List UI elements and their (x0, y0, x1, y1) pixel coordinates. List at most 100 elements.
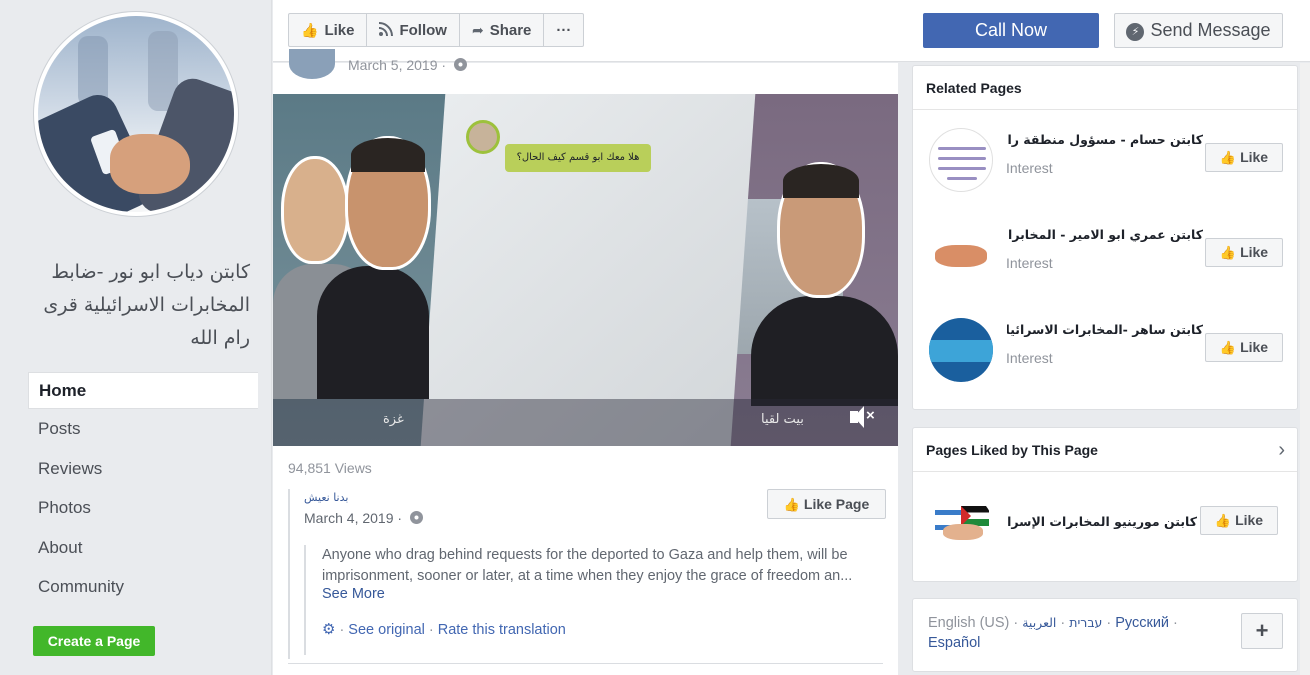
related-page-item: كابتن عمري ابو الامير - المخابرا... Inte… (913, 205, 1297, 300)
thumbs-up-icon: 👍 (1219, 245, 1237, 260)
share-label: Share (489, 21, 532, 39)
language-russian[interactable]: Русский (1115, 615, 1169, 631)
liked-page-item: كابتن مورينيو المخابرات الإسرائ... 👍Like (913, 472, 1297, 567)
current-language: English (US) (928, 615, 1010, 631)
nav-item-photos[interactable]: Photos (28, 488, 258, 528)
related-page-name[interactable]: كابتن عمري ابو الامير - المخابرا... (1007, 227, 1203, 242)
chat-avatar (466, 120, 500, 154)
liked-page-thumbnail[interactable] (929, 494, 993, 558)
related-page-thumbnail[interactable] (929, 318, 993, 382)
nav-item-about[interactable]: About (28, 528, 258, 568)
like-label: Like (1240, 244, 1269, 260)
shared-post: بدنا نعيش March 4, 2019 · 👍 Like Page Any… (288, 489, 886, 659)
page-nav: Home Posts Reviews Photos About Communit… (28, 372, 258, 607)
related-page-name[interactable]: كابتن حسام - مسؤول منطقة رام ... (1007, 132, 1203, 147)
language-spanish[interactable]: Español (928, 635, 980, 651)
shared-author-link[interactable]: بدنا نعيش (304, 491, 348, 504)
related-page-item: كابتن ساهر -المخابرات الاسرائيلي... Inte… (913, 300, 1297, 395)
scrollbar[interactable] (1300, 63, 1310, 675)
profile-picture[interactable] (34, 12, 238, 216)
page-title[interactable]: كابتن دياب ابو نور -ضابط المخابرات الاسر… (28, 256, 250, 355)
action-button-group: 👍 Like Follow ➦ Share ··· (288, 13, 585, 47)
divider (288, 663, 883, 664)
create-page-button[interactable]: Create a Page (33, 626, 155, 656)
like-label: Like (324, 21, 355, 39)
globe-icon (453, 58, 467, 71)
thumbs-up-icon: 👍 (1219, 150, 1237, 165)
video-label-left: غزة (383, 412, 404, 427)
post-card: March 5, 2019 · هلا معك ابو قسم كيف الحا… (273, 49, 898, 675)
post-date: March 5, 2019 (348, 57, 438, 73)
mute-icon[interactable]: × (848, 406, 876, 430)
post-timestamp[interactable]: March 5, 2019 · (348, 57, 467, 73)
nav-item-home[interactable]: Home (28, 372, 258, 409)
language-selector-card: English (US) · עברית·العربية · Русский · Españ… (912, 598, 1298, 672)
related-pages-card: Related Pages كابتن حسام - مسؤول منطقة ر… (912, 65, 1298, 410)
related-page-category: Interest (1006, 255, 1053, 271)
nav-item-community[interactable]: Community (28, 567, 258, 607)
related-page-thumbnail[interactable] (929, 128, 993, 192)
gear-icon[interactable]: ⚙ (322, 621, 335, 638)
share-button[interactable]: ➦ Share (460, 14, 545, 46)
call-now-button[interactable]: Call Now (923, 13, 1099, 48)
face-cutout (281, 156, 349, 264)
share-arrow-icon: ➦ (471, 21, 484, 38)
like-label: Like (1235, 512, 1264, 528)
chat-bubble: هلا معك ابو قسم كيف الحال؟ (505, 144, 651, 172)
rss-icon (379, 21, 394, 39)
like-page-button[interactable]: 👍 Like Page (767, 489, 886, 519)
thumbs-up-icon: 👍 (1219, 340, 1237, 355)
send-message-label: Send Message (1150, 20, 1271, 40)
liked-page-name[interactable]: كابتن مورينيو المخابرات الإسرائ... (1007, 514, 1197, 529)
handshake-image (38, 16, 234, 212)
more-dots-icon: ··· (556, 21, 572, 39)
related-page-name[interactable]: كابتن ساهر -المخابرات الاسرائيلي... (1007, 322, 1203, 337)
shared-quote: Anyone who drag behind requests for the … (304, 545, 885, 655)
video-player[interactable]: هلا معك ابو قسم كيف الحال؟ غزة بيت لقيا … (273, 94, 898, 446)
see-more-link[interactable]: See More (322, 586, 885, 602)
related-page-thumbnail[interactable] (929, 223, 993, 287)
rate-translation-link[interactable]: Rate this translation (438, 622, 566, 638)
see-original-link[interactable]: See original (348, 622, 425, 638)
related-page-like-button[interactable]: 👍 Like (1205, 143, 1283, 172)
pages-liked-title-text: Pages Liked by This Page (926, 442, 1098, 458)
related-page-item: كابتن حسام - مسؤول منطقة رام ... Interes… (913, 110, 1297, 205)
pages-liked-card: Pages Liked by This Page › كابتن مورينيو… (912, 427, 1298, 582)
thumbs-up-icon: 👍 (1214, 513, 1232, 528)
shared-timestamp[interactable]: March 4, 2019 · (304, 510, 423, 526)
related-page-category: Interest (1006, 350, 1053, 366)
translation-bar: ⚙ · See original · Rate this translation (322, 621, 566, 638)
nav-item-reviews[interactable]: Reviews (28, 449, 258, 489)
like-label: Like (1240, 339, 1269, 355)
like-label: Like (1240, 149, 1269, 165)
related-page-like-button[interactable]: 👍 Like (1205, 238, 1283, 267)
nav-item-posts[interactable]: Posts (28, 409, 258, 449)
related-page-category: Interest (1006, 160, 1053, 176)
like-button[interactable]: 👍 Like (289, 14, 368, 46)
language-list: English (US) · עברית·العربية · Русский · Españ… (928, 615, 1178, 651)
follow-button[interactable]: Follow (367, 14, 460, 46)
more-options-button[interactable]: ··· (544, 14, 583, 46)
language-hebrew[interactable]: עברית (1069, 615, 1102, 630)
thumbs-up-icon: 👍 (301, 21, 319, 38)
follow-label: Follow (399, 21, 447, 39)
shared-post-text: Anyone who drag behind requests for the … (322, 547, 853, 584)
send-message-button[interactable]: ⚡ Send Message (1114, 13, 1283, 48)
like-page-label: Like Page (803, 496, 870, 512)
page-action-bar: 👍 Like Follow ➦ Share ··· Call Now ⚡ Send… (273, 0, 1310, 62)
related-pages-title: Related Pages (913, 66, 1297, 110)
shared-date: March 4, 2019 (304, 510, 394, 526)
globe-icon (409, 511, 423, 524)
related-page-like-button[interactable]: 👍 Like (1205, 333, 1283, 362)
chevron-right-icon[interactable]: › (1278, 428, 1285, 472)
view-count: 94,851 Views (288, 460, 372, 476)
messenger-icon: ⚡ (1126, 23, 1145, 41)
more-languages-button[interactable]: + (1241, 613, 1283, 649)
left-sidebar: كابتن دياب ابو نور -ضابط المخابرات الاسر… (0, 0, 272, 675)
post-author-avatar[interactable] (289, 49, 335, 79)
pages-liked-title[interactable]: Pages Liked by This Page › (913, 428, 1297, 472)
liked-page-like-button[interactable]: 👍 Like (1200, 506, 1278, 535)
thumbs-up-icon: 👍 (783, 497, 800, 512)
language-arabic[interactable]: العربية (1022, 615, 1056, 630)
video-label-right: بيت لقيا (761, 412, 804, 427)
